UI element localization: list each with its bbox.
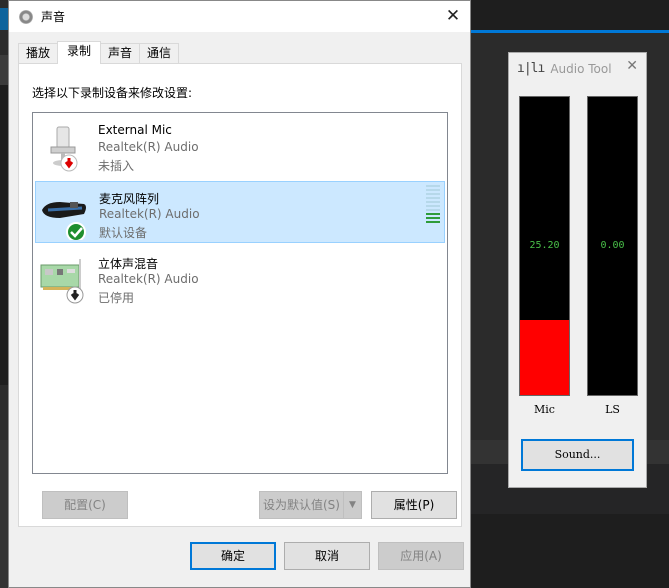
- level-segment: [426, 189, 440, 191]
- level-segment: [426, 209, 440, 211]
- background-window-panel: [470, 514, 669, 588]
- mic-meter-value: 25.20: [529, 240, 560, 251]
- device-name: External Mic: [98, 123, 172, 137]
- device-stereo-mix[interactable]: 立体声混音 Realtek(R) Audio 已停用: [35, 247, 445, 309]
- ls-meter-label: LS: [605, 403, 620, 416]
- level-segment: [426, 201, 440, 203]
- level-segment: [426, 193, 440, 195]
- device-driver: Realtek(R) Audio: [98, 140, 199, 154]
- background-window-accent: [470, 30, 669, 33]
- ok-button[interactable]: 确定: [190, 542, 276, 570]
- apply-button[interactable]: 应用(A): [378, 542, 464, 570]
- level-segment: [426, 185, 440, 187]
- microphone-array-icon: [42, 202, 86, 240]
- ls-meter-value: 0.00: [600, 240, 625, 251]
- dialog-title: 声音: [41, 10, 66, 24]
- properties-button[interactable]: 属性(P): [371, 491, 457, 519]
- ls-meter: 0.00: [587, 96, 638, 396]
- chevron-down-icon[interactable]: ▼: [343, 492, 361, 518]
- tab-communications[interactable]: 通信: [139, 43, 180, 64]
- level-segment: [426, 205, 440, 207]
- device-name: 立体声混音: [98, 257, 159, 271]
- set-default-button[interactable]: 设为默认值(S) ▼: [259, 491, 362, 519]
- close-icon[interactable]: ✕: [626, 58, 638, 74]
- tab-recording[interactable]: 录制: [57, 41, 102, 64]
- level-segment: [426, 213, 440, 215]
- configure-button[interactable]: 配置(C): [42, 491, 128, 519]
- sound-button[interactable]: Sound...: [521, 439, 634, 471]
- background-window-edge: [0, 85, 8, 385]
- audio-tool-title: Audio Tool: [550, 61, 612, 76]
- device-status: 默认设备: [99, 226, 148, 240]
- sound-dialog: 声音 ✕ 播放 录制 声音 通信 选择以下录制设备来修改设置: External…: [8, 0, 471, 588]
- background-window-titlebar: [470, 0, 669, 30]
- waveform-icon: ı|lı: [517, 61, 545, 76]
- device-list[interactable]: External Mic Realtek(R) Audio 未插入 麦克风阵列 …: [32, 112, 448, 474]
- device-microphone-array[interactable]: 麦克风阵列 Realtek(R) Audio 默认设备: [35, 181, 445, 243]
- tab-bar: 播放 录制 声音 通信: [18, 41, 180, 64]
- audio-tool-window: ı|lı Audio Tool ✕ 25.20 0.00 Mic LS Soun…: [508, 52, 647, 488]
- instructions-label: 选择以下录制设备来修改设置:: [32, 86, 193, 100]
- set-default-label: 设为默认值(S): [263, 498, 340, 512]
- device-name: 麦克风阵列: [99, 192, 160, 206]
- level-segment: [426, 221, 440, 223]
- input-level-meter: [426, 185, 440, 225]
- speaker-icon: [19, 9, 33, 24]
- close-icon[interactable]: ✕: [442, 6, 464, 26]
- device-driver: Realtek(R) Audio: [98, 272, 199, 286]
- dialog-titlebar[interactable]: 声音 ✕: [9, 1, 470, 32]
- level-segment: [426, 217, 440, 219]
- external-mic-icon: [50, 126, 78, 172]
- background-window-edge: [0, 55, 8, 85]
- mic-meter-fill: [520, 319, 569, 395]
- audio-tool-titlebar[interactable]: ı|lı Audio Tool: [517, 61, 612, 76]
- device-status: 未插入: [98, 159, 135, 173]
- device-status: 已停用: [98, 291, 135, 305]
- cancel-button[interactable]: 取消: [284, 542, 370, 570]
- device-external-mic[interactable]: External Mic Realtek(R) Audio 未插入: [35, 115, 445, 177]
- background-window-edge: [0, 8, 8, 30]
- device-driver: Realtek(R) Audio: [99, 207, 200, 221]
- recording-panel: 选择以下录制设备来修改设置: External Mic Realtek(R) A…: [18, 63, 462, 527]
- tab-sounds[interactable]: 声音: [100, 43, 141, 64]
- tab-playback[interactable]: 播放: [18, 43, 59, 64]
- level-segment: [426, 197, 440, 199]
- stereo-mix-icon: [40, 259, 84, 304]
- mic-meter: 25.20: [519, 96, 570, 396]
- mic-meter-label: Mic: [534, 403, 555, 416]
- background-window-edge: [0, 440, 8, 588]
